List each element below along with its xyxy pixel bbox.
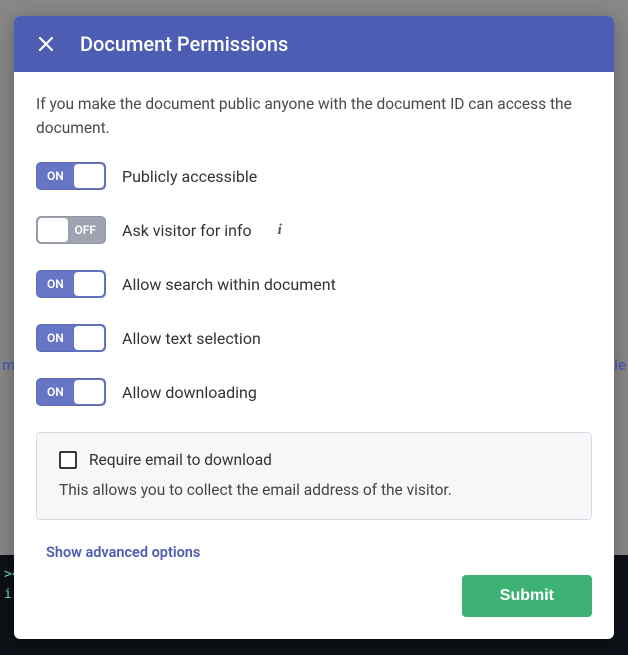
toggle-state-label: ON (47, 169, 64, 183)
checkbox-label: Require email to download (89, 451, 272, 469)
toggle-state-label: ON (47, 385, 64, 399)
toggle-label: Allow downloading (122, 383, 257, 402)
toggle-allow-downloading[interactable]: ON (36, 378, 106, 406)
toggle-state-label: OFF (75, 223, 96, 237)
toggle-knob (38, 218, 68, 242)
toggle-row-visitor-info: OFF Ask visitor for info i (36, 216, 592, 244)
toggle-label: Ask visitor for info (122, 221, 252, 240)
toggle-row-downloading: ON Allow downloading (36, 378, 592, 406)
toggle-knob (74, 380, 104, 404)
sub-panel-description: This allows you to collect the email add… (59, 481, 569, 499)
toggle-allow-search[interactable]: ON (36, 270, 106, 298)
modal-title: Document Permissions (80, 32, 288, 56)
checkbox-row: Require email to download (59, 451, 569, 469)
download-sub-panel: Require email to download This allows yo… (36, 432, 592, 520)
toggle-knob (74, 326, 104, 350)
permissions-modal: Document Permissions If you make the doc… (14, 16, 614, 639)
close-icon (37, 35, 55, 53)
toggle-publicly-accessible[interactable]: ON (36, 162, 106, 190)
toggle-knob (74, 272, 104, 296)
close-button[interactable] (34, 32, 58, 56)
toggle-state-label: ON (47, 277, 64, 291)
toggle-allow-text-selection[interactable]: ON (36, 324, 106, 352)
toggle-label: Allow search within document (122, 275, 336, 294)
submit-button[interactable]: Submit (462, 575, 592, 617)
toggle-ask-visitor-info[interactable]: OFF (36, 216, 106, 244)
show-advanced-options-link[interactable]: Show advanced options (46, 544, 200, 561)
toggle-state-label: ON (47, 331, 64, 345)
modal-footer: Submit (14, 561, 614, 639)
modal-body: If you make the document public anyone w… (14, 72, 614, 561)
require-email-checkbox[interactable] (59, 451, 77, 469)
modal-header: Document Permissions (14, 16, 614, 72)
info-icon[interactable]: i (272, 222, 288, 239)
toggle-knob (74, 164, 104, 188)
toggle-label: Publicly accessible (122, 167, 257, 186)
toggle-label: Allow text selection (122, 329, 261, 348)
modal-description: If you make the document public anyone w… (36, 92, 592, 140)
toggle-row-search: ON Allow search within document (36, 270, 592, 298)
toggle-row-public: ON Publicly accessible (36, 162, 592, 190)
toggle-row-text-selection: ON Allow text selection (36, 324, 592, 352)
